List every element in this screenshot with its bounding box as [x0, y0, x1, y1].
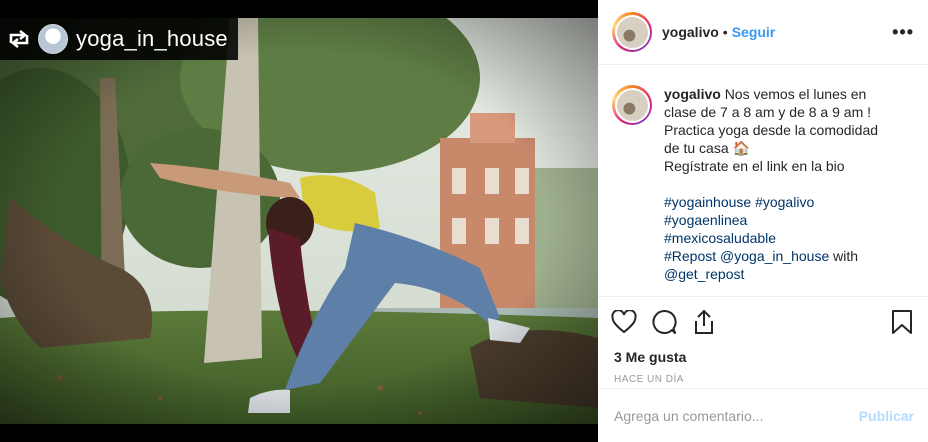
repost-avatar — [38, 24, 68, 54]
caption-line: yogalivo Nos vemos el lunes en — [664, 85, 878, 103]
action-bar — [598, 297, 928, 347]
repost-icon — [6, 28, 32, 50]
repost-username: yoga_in_house — [76, 26, 228, 51]
author-avatar[interactable] — [612, 12, 652, 52]
avatar-image — [616, 89, 648, 121]
caption-line: clase de 7 a 8 am y de 8 a 9 am ! — [664, 104, 872, 120]
separator-dot: • — [722, 24, 728, 40]
author-username[interactable]: yogalivo — [662, 24, 719, 40]
comments-area: yogalivo Nos vemos el lunes en clase de … — [598, 65, 928, 297]
post-caption: yogalivo Nos vemos el lunes en clase de … — [664, 85, 878, 296]
post-photo[interactable] — [0, 18, 598, 424]
repost-attribution: yoga_in_house — [0, 18, 238, 60]
caption-text: with — [833, 248, 859, 264]
add-comment-form: Publicar — [598, 388, 928, 442]
avatar-image — [616, 16, 648, 48]
mention-link[interactable]: @get_repost — [664, 265, 878, 283]
heart-icon[interactable] — [610, 308, 638, 336]
follow-button[interactable]: Seguir — [732, 24, 776, 40]
post-header: yogalivo • Seguir ••• — [598, 0, 928, 65]
hashtag-link[interactable]: #Repost — [664, 248, 716, 264]
bookmark-icon[interactable] — [888, 308, 916, 336]
like-count[interactable]: 3 Me gusta — [598, 347, 928, 367]
mention-link[interactable]: @yoga_in_house — [720, 248, 829, 264]
caption-line: Regístrate en el link en la bio — [664, 158, 845, 174]
caption-line: de tu casa 🏠 — [664, 140, 750, 156]
caption-author-avatar[interactable] — [612, 85, 652, 125]
hashtag-link[interactable]: #yogainhouse #yogalivo — [664, 193, 878, 211]
avatar-border — [614, 14, 650, 50]
hashtag-link[interactable]: #yogaenlinea — [664, 211, 878, 229]
caption-line: #Repost @yoga_in_house with — [664, 247, 878, 265]
post-media: yoga_in_house — [0, 0, 598, 442]
caption-text: Nos vemos el lunes en — [724, 86, 867, 102]
hashtag-link[interactable]: #mexicosaludable — [664, 229, 878, 247]
share-icon[interactable] — [690, 308, 718, 336]
publish-button[interactable]: Publicar — [859, 408, 914, 424]
comment-bubble-icon[interactable] — [650, 308, 678, 336]
avatar-border — [614, 87, 650, 123]
caption-username[interactable]: yogalivo — [664, 86, 721, 102]
more-options-icon[interactable]: ••• — [892, 22, 914, 43]
post-side-panel: yogalivo • Seguir ••• yogalivo Nos vemos… — [598, 0, 928, 442]
comment-input[interactable] — [614, 407, 859, 424]
instagram-post: yoga_in_house yogalivo • Seguir ••• yoga… — [0, 0, 928, 442]
caption-line: Practica yoga desde la comodidad — [664, 122, 879, 138]
